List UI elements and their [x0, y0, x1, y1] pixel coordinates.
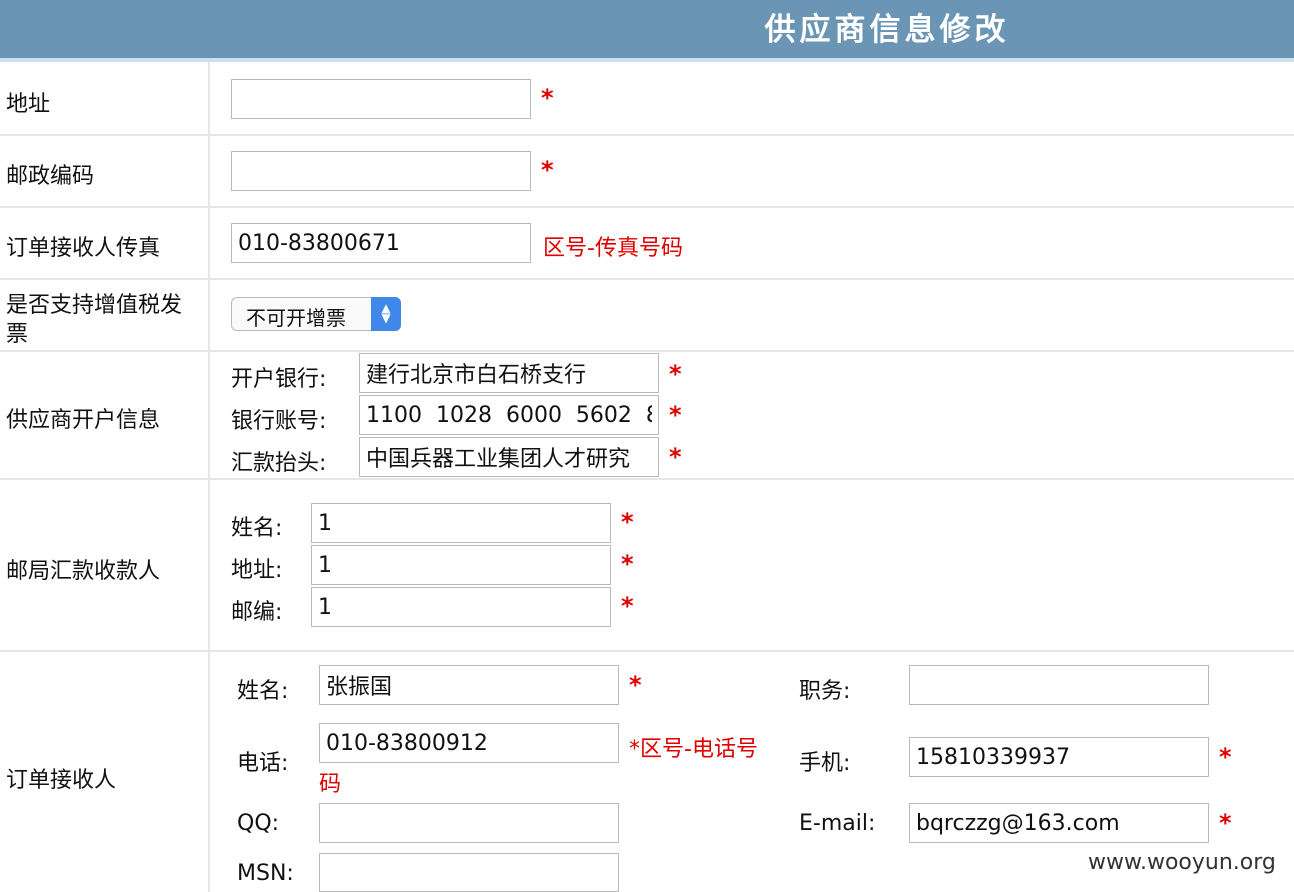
- receiver-msn-label: MSN:: [237, 861, 294, 886]
- bank-account-label: 银行账号:: [231, 409, 327, 434]
- receiver-phone-input[interactable]: [319, 723, 619, 763]
- required-marker: *: [621, 592, 634, 620]
- receiver-name-input[interactable]: [319, 665, 619, 705]
- bank-name-label: 开户银行:: [231, 367, 327, 392]
- required-marker: *: [669, 443, 682, 471]
- receiver-email-input[interactable]: [909, 803, 1209, 843]
- row-divider: [0, 478, 1294, 480]
- receiver-mobile-label: 手机:: [799, 751, 851, 776]
- receiver-mobile-input[interactable]: [909, 737, 1209, 777]
- required-marker: *: [669, 360, 682, 388]
- bank-name-input[interactable]: [359, 353, 659, 393]
- phone-hint-wrap: 码: [319, 772, 342, 797]
- watermark: www.wooyun.org: [1088, 850, 1276, 875]
- receiver-msn-input[interactable]: [319, 853, 619, 892]
- row-divider: [0, 206, 1294, 208]
- required-marker: *: [541, 156, 554, 184]
- address-label: 地址: [6, 92, 51, 117]
- row-divider: [0, 278, 1294, 280]
- bank-account-input[interactable]: [359, 395, 659, 435]
- required-marker: *: [541, 84, 554, 112]
- vat-label-line2: 票: [6, 322, 29, 347]
- postcode-label: 邮政编码: [6, 164, 95, 189]
- postcode-input[interactable]: [231, 151, 531, 191]
- required-marker: *: [621, 550, 634, 578]
- postal-name-label: 姓名:: [231, 516, 283, 541]
- required-marker: *: [621, 508, 634, 536]
- row-divider: [0, 650, 1294, 652]
- postal-address-input[interactable]: [311, 545, 611, 585]
- postal-address-label: 地址:: [231, 558, 283, 583]
- column-divider: [208, 62, 210, 892]
- receiver-qq-input[interactable]: [319, 803, 619, 843]
- required-marker: *: [629, 671, 642, 699]
- header-divider: [0, 58, 1294, 62]
- vat-label-line1: 是否支持增值税发: [6, 293, 183, 318]
- receiver-name-label: 姓名:: [237, 679, 289, 704]
- receiver-phone-label: 电话:: [237, 751, 289, 776]
- postal-zip-label: 邮编:: [231, 600, 283, 625]
- fax-label: 订单接收人传真: [6, 236, 161, 261]
- required-marker: *: [1219, 743, 1232, 771]
- page-title: 供应商信息修改: [764, 12, 1010, 48]
- receiver-qq-label: QQ:: [237, 811, 280, 836]
- postal-name-input[interactable]: [311, 503, 611, 543]
- receiver-email-label: E-mail:: [799, 811, 876, 836]
- row-divider: [0, 134, 1294, 136]
- fax-input[interactable]: [231, 223, 531, 263]
- payee-label: 汇款抬头:: [231, 451, 327, 476]
- vat-select[interactable]: 不可开增票 ▲ ▼: [231, 297, 401, 331]
- receiver-title-input[interactable]: [909, 665, 1209, 705]
- required-marker: *: [1219, 809, 1232, 837]
- order-receiver-label: 订单接收人: [6, 768, 117, 793]
- vat-select-value: 不可开增票: [246, 306, 346, 330]
- payee-input[interactable]: [359, 437, 659, 477]
- postal-payee-label: 邮局汇款收款人: [6, 559, 161, 584]
- phone-hint: *区号-电话号: [629, 737, 758, 762]
- fax-hint: 区号-传真号码: [543, 236, 683, 261]
- address-input[interactable]: [231, 79, 531, 119]
- bank-info-label: 供应商开户信息: [6, 408, 161, 433]
- postal-zip-input[interactable]: [311, 587, 611, 627]
- required-marker: *: [669, 401, 682, 429]
- receiver-title-label: 职务:: [799, 679, 851, 704]
- chevron-up-down-icon: ▲ ▼: [371, 297, 401, 331]
- row-divider: [0, 350, 1294, 352]
